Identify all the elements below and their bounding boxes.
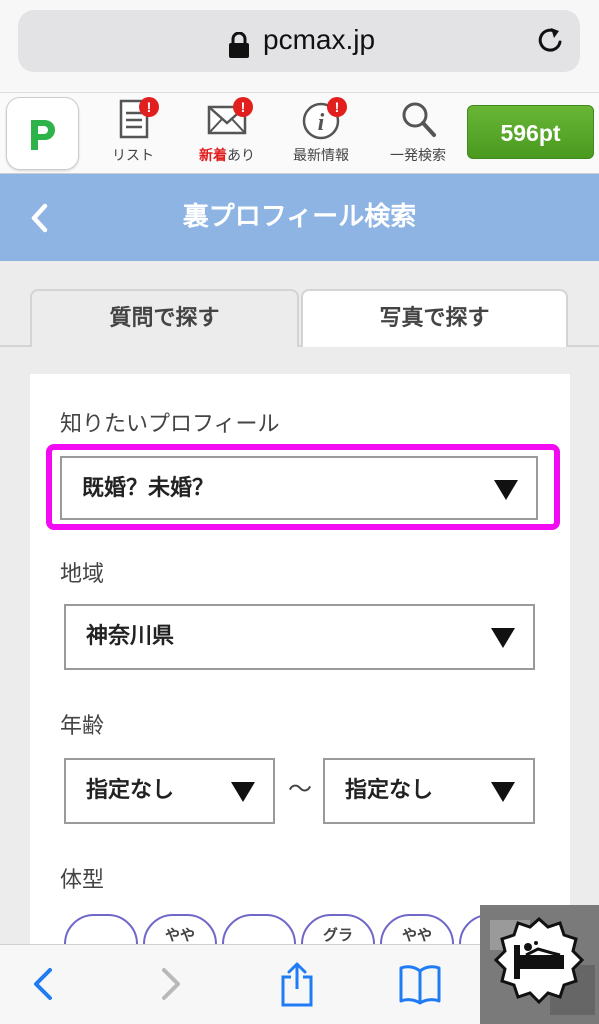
page-title: 裏プロフィール検索 [182,202,417,232]
tab-search-by-question[interactable]: 質問で探す [30,289,299,347]
nav-list-label: リスト [112,148,154,164]
age-field-label: 年齢 [60,714,105,739]
tab-search-by-photo[interactable]: 写真で探す [301,289,568,347]
age-range-separator: 〜 [288,775,312,803]
watermark-badge [480,905,599,1024]
age-to-value: 指定なし [345,778,434,803]
age-from-value: 指定なし [86,778,175,803]
app-header: ! リスト ! 新着あり i ! 最新情報 一発検索 596pt [0,92,599,174]
age-from-select[interactable]: 指定なし [64,758,275,824]
region-field-label: 地域 [60,562,105,587]
info-icon: i ! [299,97,347,141]
nav-new-mail[interactable]: ! 新着あり [182,97,272,173]
notification-badge: ! [327,97,347,117]
nav-list[interactable]: ! リスト [88,97,178,173]
url-text: pcmax.jp [263,24,376,55]
notification-badge: ! [139,97,159,117]
title-bar: 裏プロフィール検索 [0,174,599,261]
nav-quick-search-label: 一発検索 [390,148,446,164]
nav-latest-info-label: 最新情報 [293,148,349,164]
pcmax-logo[interactable] [6,97,79,170]
svg-text:i: i [318,110,325,136]
forward-icon[interactable] [148,961,192,1007]
age-to-select[interactable]: 指定なし [323,758,535,824]
bookmarks-icon[interactable] [398,961,442,1007]
logo-p-icon [31,120,55,150]
profile-select[interactable]: 既婚？未婚？ [60,456,538,520]
points-button[interactable]: 596pt [467,105,594,159]
address-bar[interactable]: pcmax.jp [18,10,580,72]
nav-latest-info[interactable]: i ! 最新情報 [276,97,366,173]
dropdown-arrow-icon [491,628,515,648]
dropdown-arrow-icon [231,782,255,802]
notification-badge: ! [233,97,253,117]
lock-icon [229,32,249,58]
profile-field-label: 知りたいプロフィール [60,412,280,437]
region-select-value: 神奈川県 [86,624,175,649]
browser-chrome-top: pcmax.jp [0,0,599,92]
nav-new-mail-label: 新着あり [199,148,255,164]
share-icon[interactable] [275,961,319,1007]
nav-quick-search[interactable]: 一発検索 [373,97,463,173]
dropdown-arrow-icon [494,480,518,500]
profile-select-value: 既婚？未婚？ [82,476,215,501]
mail-icon: ! [205,97,253,141]
reload-icon[interactable] [534,25,566,57]
search-icon [396,97,440,141]
back-icon[interactable] [22,961,66,1007]
region-select[interactable]: 神奈川県 [64,604,535,670]
search-tabs: 質問で探す 写真で探す [0,261,599,351]
dropdown-arrow-icon [491,782,515,802]
search-form: 知りたいプロフィール 既婚？未婚？ 地域 神奈川県 年齢 指定なし 〜 指定なし… [30,374,570,974]
body-type-field-label: 体型 [60,868,105,893]
list-icon: ! [111,97,159,141]
